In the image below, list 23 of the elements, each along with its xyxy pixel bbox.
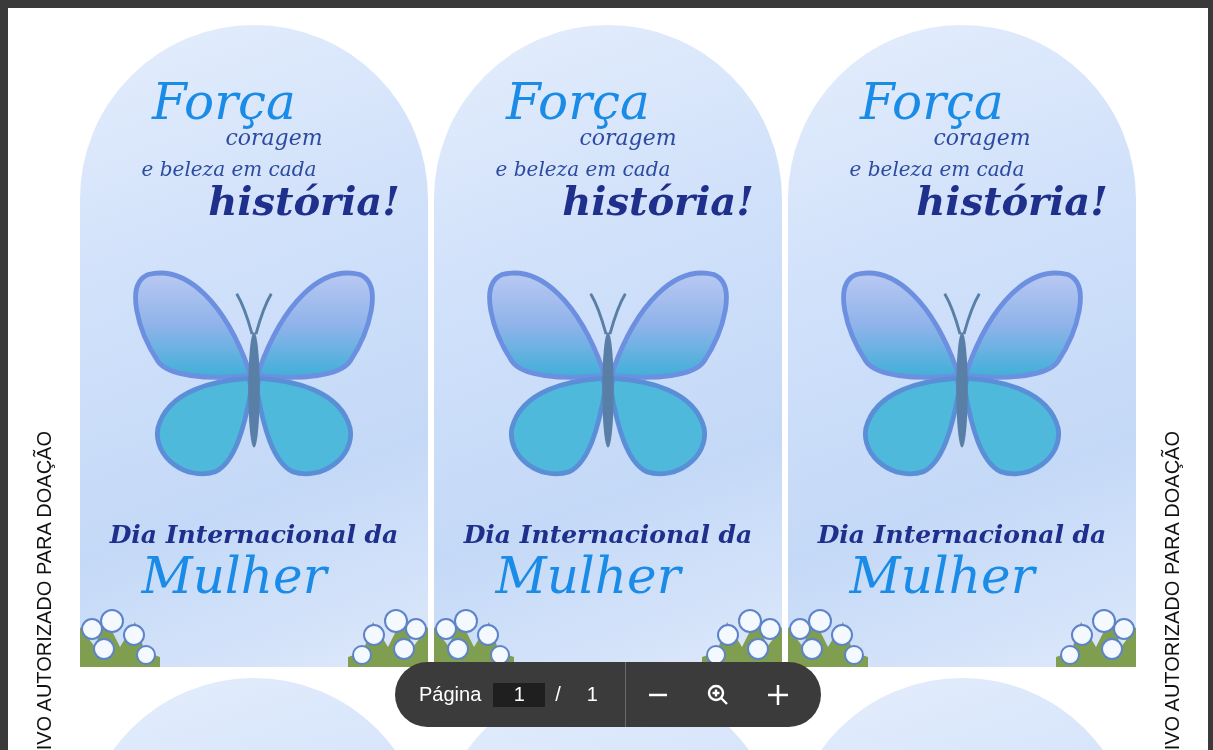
card-caption: Dia Internacional da <box>463 520 753 549</box>
card-caption: Dia Internacional da <box>817 520 1107 549</box>
card-title: Força <box>860 77 1004 127</box>
card-title: Força <box>152 77 296 127</box>
page-count: 1 <box>586 683 598 706</box>
card-caption: Mulher <box>141 549 327 604</box>
card-caption: Dia Internacional da <box>109 520 399 549</box>
card-subtitle: e beleza em cada <box>849 157 1025 181</box>
page-separator: / <box>555 683 561 706</box>
card-headline: história! <box>562 181 754 221</box>
card-headline: história! <box>916 181 1108 221</box>
card-subtitle: e beleza em cada <box>141 157 317 181</box>
card-caption: Mulher <box>849 549 1035 604</box>
card-title: Força <box>506 77 650 127</box>
page-input[interactable]: 1 <box>493 682 546 707</box>
side-label: IVO AUTORIZADO PARA DOAÇÃO <box>1160 430 1184 750</box>
side-label: IVO AUTORIZADO PARA DOAÇÃO <box>32 430 56 750</box>
zoom-in-icon[interactable] <box>705 682 730 707</box>
card-subtitle: e beleza em cada <box>495 157 671 181</box>
card-caption: Mulher <box>495 549 681 604</box>
card-headline: história! <box>208 181 400 221</box>
plus-icon[interactable] <box>765 682 790 707</box>
page-label: Página <box>419 683 482 706</box>
